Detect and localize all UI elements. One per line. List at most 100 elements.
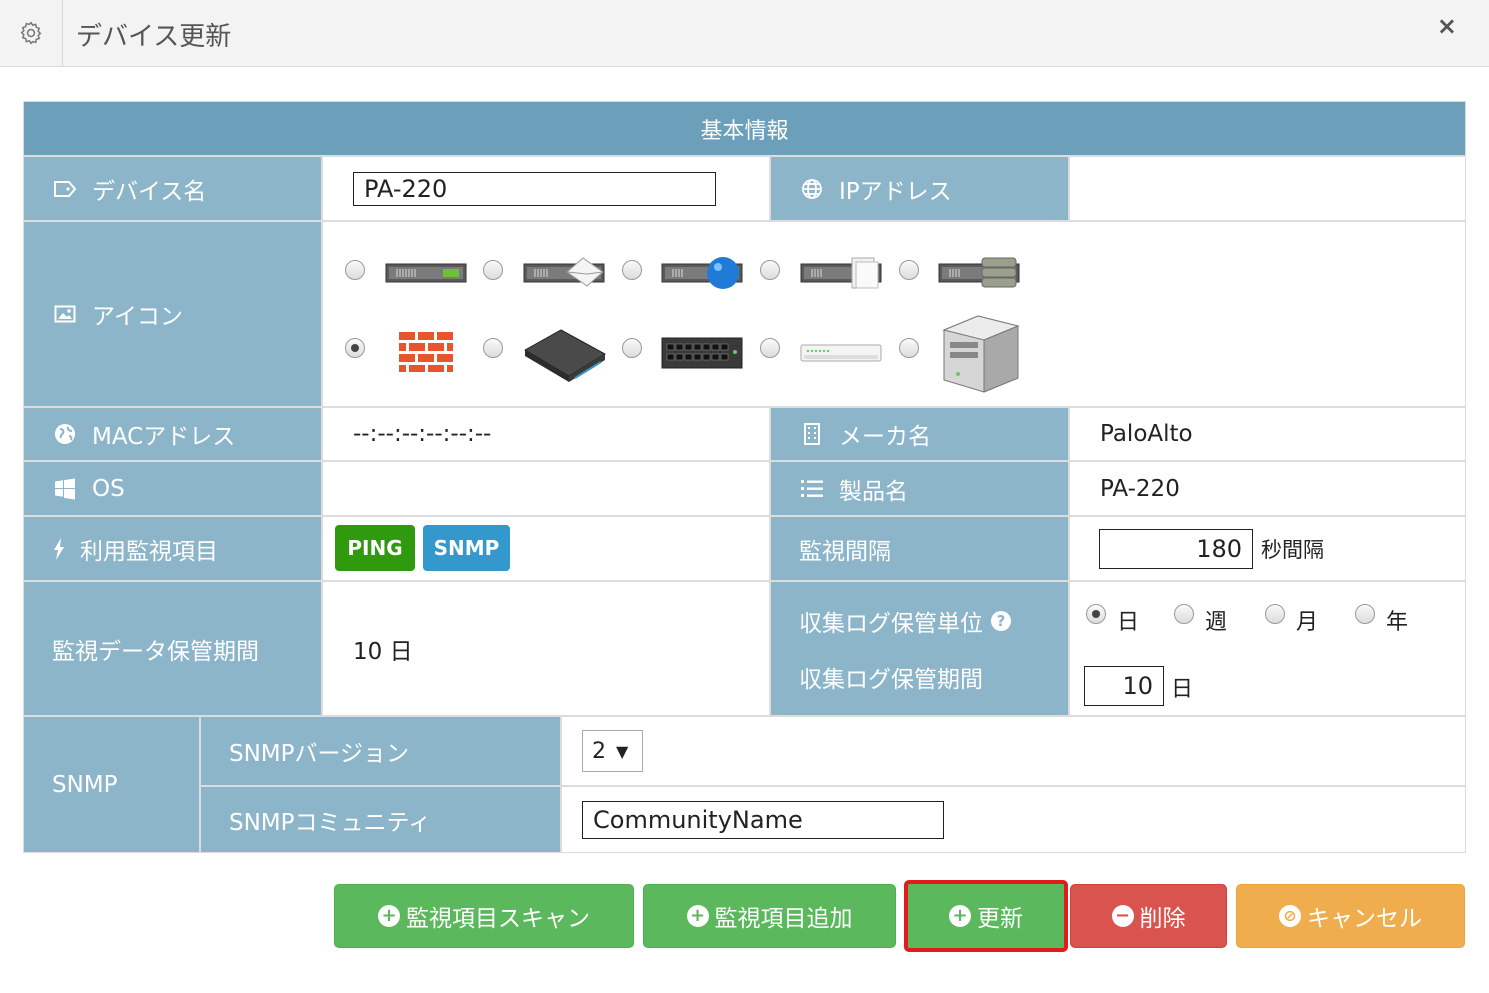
icon-radio-server-plain[interactable] [345,260,365,280]
icon-radio-server-file[interactable] [760,260,780,280]
close-icon[interactable]: × [1437,12,1457,40]
device-name-label-cell: デバイス名 [24,157,321,220]
snmp-badge[interactable]: SNMP [423,525,510,571]
hub-icon [800,344,882,362]
icon-radio-router[interactable] [483,338,503,358]
log-unit-year-radio[interactable] [1355,604,1375,624]
snmp-community-label: SNMPコミュニティ [229,809,432,836]
log-unit-day-radio[interactable] [1086,604,1106,624]
log-unit-label-row: 収集ログ保管単位 ? [799,604,1011,638]
delete-button[interactable]: − 削除 [1070,884,1227,948]
web-server-icon [661,257,743,289]
db-server-icon [938,257,1020,288]
section-header: 基本情報 [24,102,1465,155]
ping-badge[interactable]: PING [335,525,415,571]
interval-value-cell: 秒間隔 [1070,517,1465,580]
update-button-label: 更新 [977,906,1023,932]
ip-address-label: IPアドレス [839,178,952,205]
retention-label-cell: 監視データ保管期間 [24,582,321,715]
ip-address-value-cell[interactable] [1070,157,1465,220]
os-label: OS [92,475,125,502]
add-monitor-item-button[interactable]: + 監視項目追加 [643,884,896,948]
rack-server-icon [385,263,467,283]
building-icon [799,423,825,445]
retention-value-cell: 10 日 [323,582,769,715]
mac-value: --:--:--:--:--:-- [353,421,492,447]
icon-radio-tower-server[interactable] [899,338,919,358]
log-period-unit: 日 [1171,677,1194,702]
snmp-community-input[interactable] [582,800,944,839]
snmp-label-cell: SNMP [24,717,199,852]
interval-label-cell: 監視間隔 [771,517,1068,580]
log-unit-week-radio[interactable] [1174,604,1194,624]
snmp-version-value: 2 [592,738,606,764]
product-value-cell: PA-220 [1070,462,1465,515]
icon-radio-server-mail[interactable] [483,260,503,280]
product-label-cell: 製品名 [771,462,1068,515]
icon-radio-hub[interactable] [760,338,780,358]
log-unit-day-label: 日 [1117,610,1140,635]
image-icon [52,305,78,323]
product-label: 製品名 [839,478,908,505]
log-unit-month-label: 月 [1296,610,1319,635]
firewall-icon [397,330,455,374]
windows-icon [52,478,78,500]
icon-radio-switch[interactable] [622,338,642,358]
icon-label: アイコン [92,304,183,330]
os-value-cell [323,462,769,515]
scan-monitor-items-button[interactable]: + 監視項目スキャン [334,884,634,948]
snmp-label: SNMP [52,771,118,798]
retention-label: 監視データ保管期間 [52,638,259,665]
icon-radio-firewall[interactable] [345,338,365,358]
scan-button-label: 監視項目スキャン [406,906,590,932]
tower-server-icon [942,315,1020,393]
switch-icon [661,337,743,369]
tag-icon [52,180,78,198]
snmp-version-label-cell: SNMPバージョン [201,717,560,785]
plus-circle-icon: + [686,905,709,927]
globe-filled-icon [52,423,78,445]
interval-input[interactable] [1099,528,1253,569]
log-unit-year-label: 年 [1386,610,1409,635]
plus-circle-icon: + [949,905,971,927]
mac-value-cell: --:--:--:--:--:-- [323,408,769,460]
retention-value: 10 日 [353,638,413,665]
globe-icon [799,178,825,200]
monitor-items-label-cell: 利用監視項目 [24,517,321,580]
icon-radio-server-web[interactable] [622,260,642,280]
icon-radio-server-db[interactable] [899,260,919,280]
os-label-cell: OS [24,462,321,515]
ban-icon: ⊘ [1279,905,1301,927]
snmp-version-select[interactable]: 2 ▼ [582,730,643,772]
product-value: PA-220 [1100,475,1180,502]
ip-address-label-cell: IPアドレス [771,157,1068,220]
cancel-button-label: キャンセル [1307,906,1422,932]
interval-label: 監視間隔 [799,538,891,565]
icon-selector-cell [323,222,1465,406]
mac-label: MACアドレス [92,424,236,450]
cancel-button[interactable]: ⊘ キャンセル [1236,884,1465,948]
dialog-titlebar: デバイス更新 × [0,0,1489,67]
log-unit-month-radio[interactable] [1265,604,1285,624]
interval-unit: 秒間隔 [1261,537,1324,562]
update-button[interactable]: + 更新 [904,880,1068,952]
router-icon [523,329,606,382]
log-unit-week-label: 週 [1205,610,1228,635]
snmp-version-value-cell: 2 ▼ [562,717,1465,785]
device-name-input[interactable] [353,171,716,206]
minus-circle-icon: − [1111,905,1134,927]
maker-value: PaloAlto [1100,421,1193,447]
help-icon[interactable]: ? [991,610,1011,631]
file-server-icon [800,257,882,289]
mail-server-icon [523,257,605,287]
plus-circle-icon: + [378,905,400,927]
maker-value-cell: PaloAlto [1070,408,1465,460]
log-value-cell: 日 週 月 年 日 [1070,582,1465,715]
log-period-input[interactable] [1084,666,1164,706]
settings-icon-box[interactable] [0,0,63,66]
bolt-icon [52,537,66,560]
device-name-value-cell [323,157,769,220]
maker-label: メーカ名 [839,424,931,450]
device-form: 基本情報 デバイス名 IPアドレス アイコン [23,101,1466,853]
log-unit-label: 収集ログ保管単位 [799,610,983,637]
